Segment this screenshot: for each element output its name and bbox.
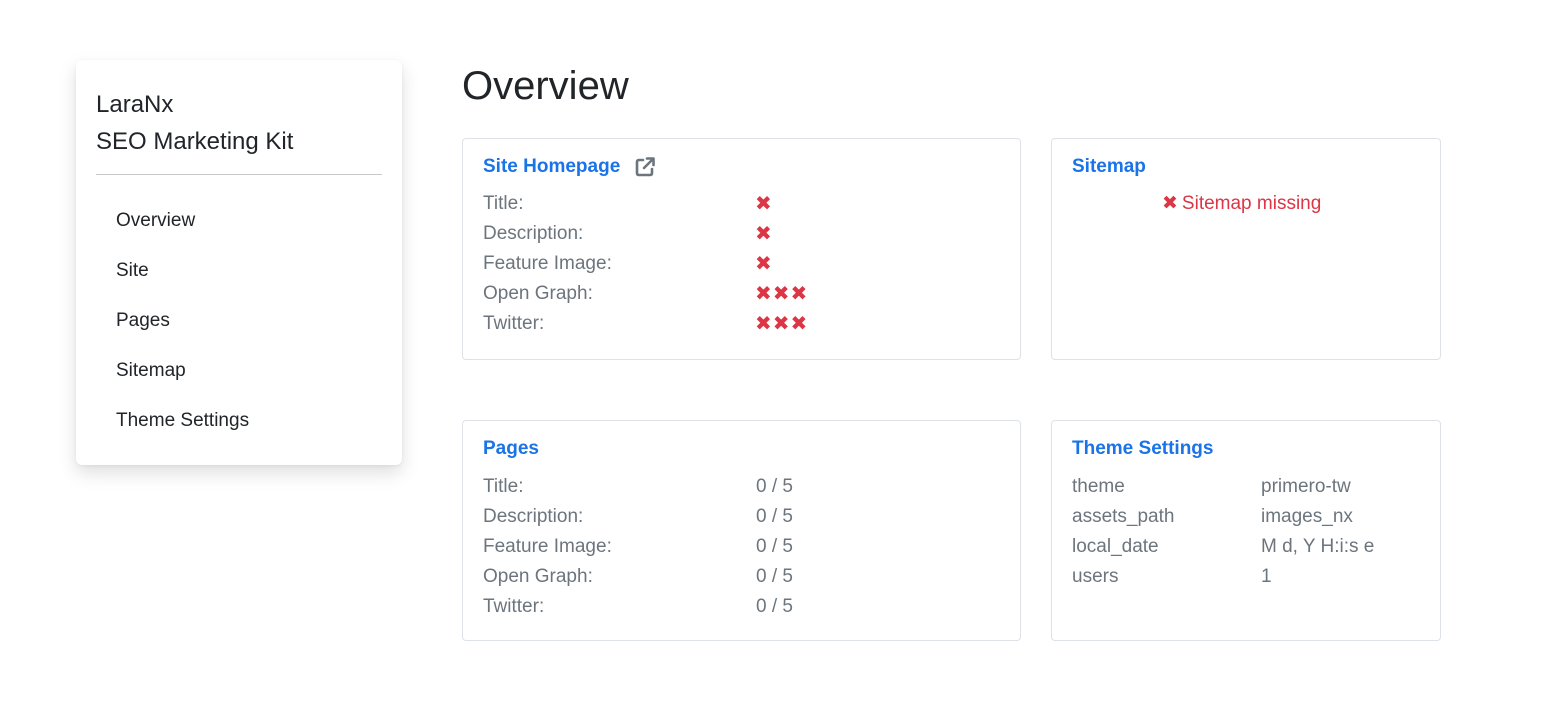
sidebar-item-site[interactable]: Site [116, 246, 249, 296]
pages-row-twitter: Twitter: 0 / 5 [483, 592, 1003, 622]
sidebar-nav: Overview Site Pages Sitemap Theme Settin… [116, 196, 249, 446]
page-title: Overview [462, 64, 629, 108]
setting-value: primero-tw [1261, 476, 1351, 497]
row-label: Title: [483, 476, 524, 497]
sidebar-item-theme-settings[interactable]: Theme Settings [116, 396, 249, 446]
sidebar-item-pages[interactable]: Pages [116, 296, 249, 346]
fail-icon: ✖ [1162, 193, 1178, 214]
setting-key: local_date [1072, 536, 1159, 557]
row-label: Feature Image: [483, 536, 612, 557]
row-label: Open Graph: [483, 566, 593, 587]
site-homepage-card: Site Homepage Title: ✖ Description: ✖ Fe… [462, 138, 1021, 360]
theme-row-theme: theme primero-tw [1072, 472, 1422, 502]
brand-name: LaraNx [96, 91, 174, 118]
sitemap-status-text: Sitemap missing [1181, 193, 1322, 214]
row-value: 0 / 5 [756, 566, 793, 587]
row-label: Twitter: [483, 313, 545, 334]
homepage-row-description: Description: ✖ [483, 219, 1003, 249]
theme-settings-card: Theme Settings theme primero-tw assets_p… [1051, 420, 1441, 641]
homepage-row-feature-image: Feature Image: ✖ [483, 249, 1003, 279]
pages-link[interactable]: Pages [483, 436, 539, 462]
pages-row-description: Description: 0 / 5 [483, 502, 1003, 532]
fail-icon: ✖ [755, 223, 773, 245]
sidebar-item-overview[interactable]: Overview [116, 196, 249, 246]
brand-subtitle: SEO Marketing Kit [96, 128, 294, 155]
row-value: 0 / 5 [756, 506, 793, 527]
setting-value: images_nx [1261, 506, 1353, 527]
homepage-row-title: Title: ✖ [483, 189, 1003, 219]
fail-icon: ✖✖✖ [755, 283, 809, 305]
theme-row-local-date: local_date M d, Y H:i:s e [1072, 532, 1422, 562]
homepage-row-twitter: Twitter: ✖✖✖ [483, 309, 1003, 339]
external-link-icon[interactable] [634, 156, 656, 178]
homepage-row-open-graph: Open Graph: ✖✖✖ [483, 279, 1003, 309]
row-label: Twitter: [483, 596, 545, 617]
sitemap-status: ✖ Sitemap missing [1162, 191, 1321, 217]
theme-row-users: users 1 [1072, 562, 1422, 592]
row-value: 0 / 5 [756, 596, 793, 617]
fail-icon: ✖✖✖ [755, 313, 809, 335]
pages-card: Pages Title: 0 / 5 Description: 0 / 5 Fe… [462, 420, 1021, 641]
pages-row-open-graph: Open Graph: 0 / 5 [483, 562, 1003, 592]
theme-settings-link[interactable]: Theme Settings [1072, 436, 1213, 462]
pages-row-feature-image: Feature Image: 0 / 5 [483, 532, 1003, 562]
sidebar-item-sitemap[interactable]: Sitemap [116, 346, 249, 396]
setting-key: users [1072, 566, 1119, 587]
setting-key: theme [1072, 476, 1125, 497]
site-homepage-title: Site Homepage [483, 156, 621, 177]
row-value: 0 / 5 [756, 536, 793, 557]
fail-icon: ✖ [755, 253, 773, 275]
theme-row-assets-path: assets_path images_nx [1072, 502, 1422, 532]
setting-value: M d, Y H:i:s e [1261, 536, 1375, 557]
site-homepage-link[interactable]: Site Homepage [483, 154, 656, 180]
pages-row-title: Title: 0 / 5 [483, 472, 1003, 502]
sidebar-divider [96, 174, 382, 175]
sidebar: LaraNx SEO Marketing Kit Overview Site P… [76, 60, 402, 465]
brand: LaraNx SEO Marketing Kit [96, 86, 293, 160]
row-label: Description: [483, 506, 584, 527]
page: LaraNx SEO Marketing Kit Overview Site P… [0, 0, 1547, 715]
setting-value: 1 [1261, 566, 1272, 587]
row-label: Feature Image: [483, 253, 612, 274]
fail-icon: ✖ [755, 193, 773, 215]
sitemap-link[interactable]: Sitemap [1072, 154, 1146, 180]
row-value: 0 / 5 [756, 476, 793, 497]
sitemap-card: Sitemap ✖ Sitemap missing [1051, 138, 1441, 360]
row-label: Title: [483, 193, 524, 214]
setting-key: assets_path [1072, 506, 1175, 527]
row-label: Description: [483, 223, 584, 244]
row-label: Open Graph: [483, 283, 593, 304]
